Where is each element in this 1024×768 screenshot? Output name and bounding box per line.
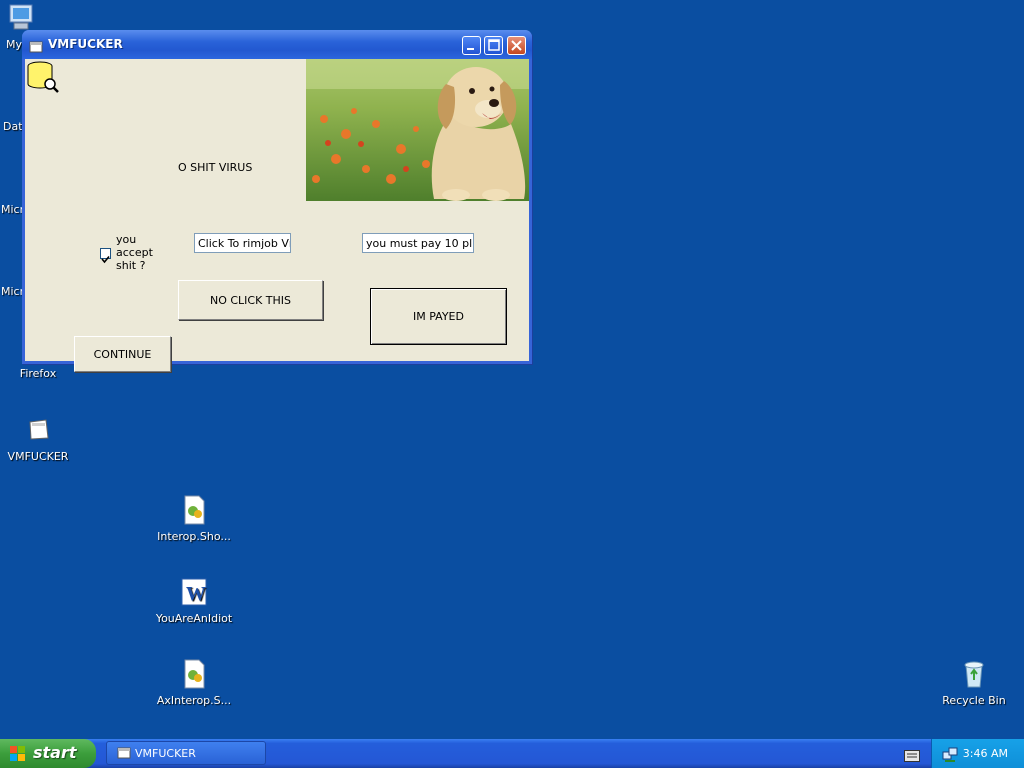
dll-file-icon: [178, 658, 210, 690]
desktop-icon-label: YouAreAnIdiot: [155, 612, 233, 625]
pay-textbox[interactable]: you must pay 10 pln: [362, 233, 474, 253]
window-titlebar[interactable]: VMFUCKER: [22, 30, 532, 59]
desktop-icon-recycle-bin[interactable]: Recycle Bin: [934, 658, 1014, 707]
accept-checkbox-label: you accept shit ?: [116, 233, 153, 272]
svg-text:W: W: [186, 583, 206, 605]
accept-checkbox[interactable]: [100, 248, 111, 264]
taskbar: start VMFUCKER 3:46 AM: [0, 739, 1024, 768]
network-icon[interactable]: [942, 746, 958, 765]
desktop-icon-label: AxInterop.S...: [156, 694, 232, 707]
window-title: VMFUCKER: [48, 37, 123, 51]
im-payed-button[interactable]: IM PAYED: [370, 288, 507, 345]
desktop-icon-youareanidiot[interactable]: W YouAreAnIdiot: [154, 576, 234, 625]
window-app-icon: [29, 38, 43, 53]
desktop-icon-firefox[interactable]: Firefox: [0, 367, 78, 380]
no-click-this-button[interactable]: NO CLICK THIS: [178, 280, 323, 320]
windows-logo-icon: [10, 746, 26, 762]
desktop-icon-vmfucker[interactable]: VMFUCKER: [0, 414, 78, 463]
virus-heading: O SHIT VIRUS: [178, 161, 253, 174]
close-button[interactable]: [507, 36, 526, 55]
desktop-icon-label: Firefox: [19, 367, 57, 380]
desktop-icon-label: Recycle Bin: [942, 694, 1006, 707]
desktop-icon-label: Interop.Sho...: [157, 530, 231, 543]
desktop-icon-label: VMFUCKER: [7, 450, 69, 463]
rimjob-textbox[interactable]: Click To rimjob Vm: [194, 233, 291, 253]
dll-file-icon: [178, 494, 210, 526]
system-tray: 3:46 AM: [931, 739, 1024, 768]
app-window: VMFUCKER O SHIT VIRUS you accept shit ? …: [22, 30, 532, 372]
desktop-icon-interop-sho[interactable]: Interop.Sho...: [154, 494, 234, 543]
window-app-icon: [117, 747, 131, 762]
recycle-bin-icon: [958, 658, 990, 690]
application-window-icon: [22, 414, 54, 446]
word-document-icon: W: [178, 576, 210, 608]
keyboard-icon[interactable]: [904, 747, 920, 766]
taskbar-item-vmfucker[interactable]: VMFUCKER: [106, 741, 266, 765]
clock: 3:46 AM: [962, 747, 1008, 760]
desktop-icon-axinterop[interactable]: AxInterop.S...: [154, 658, 234, 707]
database-search-icon: [26, 60, 60, 94]
maximize-button[interactable]: [484, 36, 503, 55]
minimize-button[interactable]: [462, 36, 481, 55]
start-label: start: [33, 743, 77, 762]
start-button[interactable]: start: [0, 739, 96, 768]
taskbar-item-label: VMFUCKER: [135, 747, 196, 760]
window-client-area: O SHIT VIRUS you accept shit ? Click To …: [25, 59, 529, 372]
continue-button[interactable]: CONTINUE: [74, 336, 171, 372]
puppy-photo: [306, 59, 529, 201]
